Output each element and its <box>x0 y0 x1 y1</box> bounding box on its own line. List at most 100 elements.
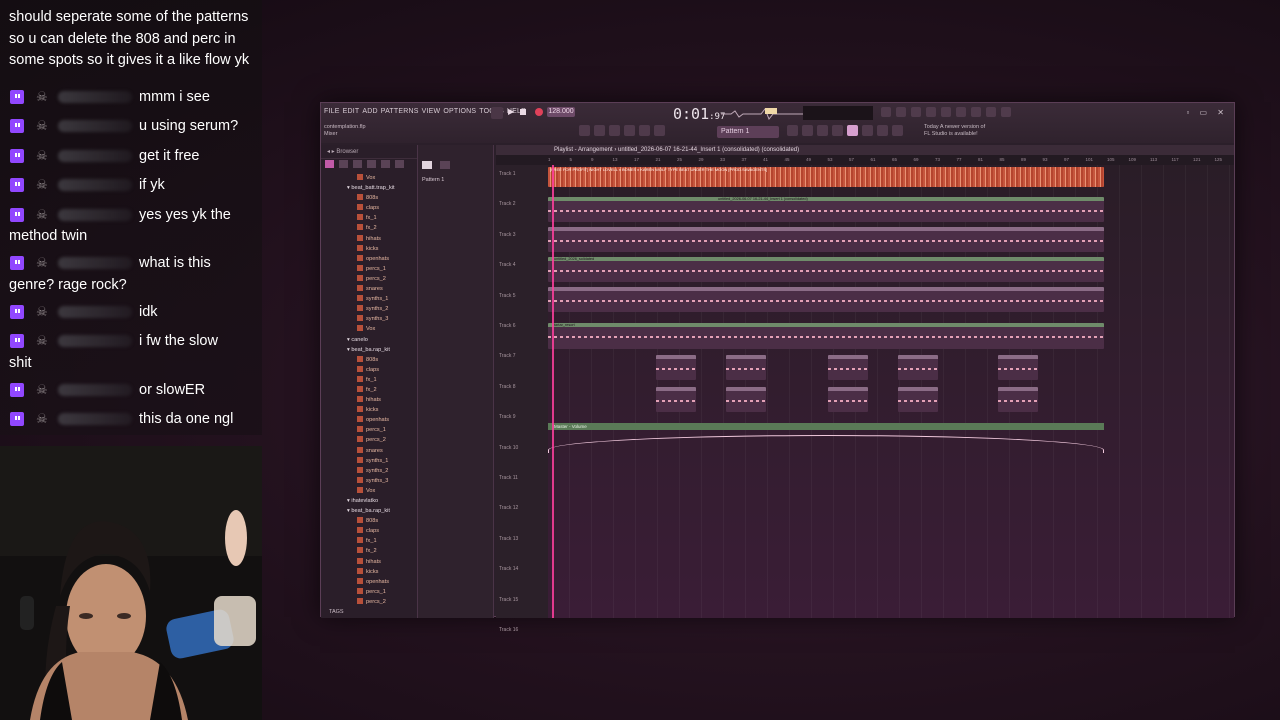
channel-rack-icon[interactable] <box>802 125 813 136</box>
picker-clips-icon[interactable] <box>440 161 450 169</box>
piano-roll-icon[interactable] <box>787 125 798 136</box>
window-controls[interactable]: ▫ ▭ ✕ <box>1186 108 1228 117</box>
browser-item[interactable]: percs_1 <box>321 264 418 274</box>
pattern-clip[interactable] <box>548 287 1104 312</box>
browser-item[interactable]: percs_2 <box>321 435 418 445</box>
pattern-clip[interactable]: untitled_2026-06-07 16-21-44_Insert 1 (c… <box>548 197 1104 222</box>
browser-item[interactable]: synths_1 <box>321 456 418 466</box>
track-header[interactable]: Track 15 <box>499 597 518 603</box>
tempo-display[interactable]: 128.000 <box>547 107 575 117</box>
mic-icon[interactable] <box>911 107 921 117</box>
menu-item[interactable]: VIEW <box>422 108 441 115</box>
keyboard-icon[interactable] <box>926 107 936 117</box>
mixer-icon[interactable] <box>971 107 981 117</box>
browser-folder[interactable]: ▾ beat_ba.rap_kit <box>321 506 418 516</box>
track-header[interactable]: Track 3 <box>499 232 515 238</box>
browser-item[interactable]: hihats <box>321 234 418 244</box>
pattern-item[interactable]: Pattern 1 <box>422 177 444 183</box>
playlist-icon[interactable] <box>579 125 590 136</box>
pattern-clip[interactable] <box>998 387 1038 412</box>
track-header[interactable]: Track 9 <box>499 414 515 420</box>
tools-icon[interactable] <box>877 125 888 136</box>
browser-item[interactable]: fx_1 <box>321 375 418 385</box>
pattern-clip[interactable] <box>548 227 1104 252</box>
browser-item[interactable]: fx_2 <box>321 385 418 395</box>
browser-item[interactable]: fx_1 <box>321 536 418 546</box>
pattern-clip[interactable] <box>898 387 938 412</box>
browser-item[interactable]: fx_1 <box>321 213 418 223</box>
audio-clip[interactable]: [FREE FOR PROFIT] NIGHT LOVELL x BONES x… <box>548 167 1104 187</box>
pattern-clip[interactable] <box>656 355 696 380</box>
browser-folder[interactable]: ▾ ihatevlatko <box>321 496 418 506</box>
pattern-clip[interactable]: tartar_resort <box>548 323 1104 349</box>
record-icon[interactable] <box>535 108 543 116</box>
browser-item[interactable]: kicks <box>321 567 418 577</box>
menu-item[interactable]: EDIT <box>343 108 360 115</box>
draw-icon[interactable] <box>609 125 620 136</box>
browser-item[interactable]: synths_3 <box>321 476 418 486</box>
browser-folder[interactable]: ▾ canelo <box>321 335 418 345</box>
automation-clip[interactable]: Master - Volume <box>548 423 1104 430</box>
browser-item[interactable]: snares <box>321 446 418 456</box>
track-header[interactable]: Track 4 <box>499 262 515 268</box>
pattern-clip[interactable] <box>898 355 938 380</box>
browser-item[interactable]: percs_2 <box>321 274 418 284</box>
cpu-icon[interactable] <box>862 125 873 136</box>
plugin-db-icon[interactable] <box>367 160 376 168</box>
browser-icon[interactable] <box>817 125 828 136</box>
speaker-icon[interactable] <box>639 125 650 136</box>
browser-item[interactable]: Vox <box>321 486 418 496</box>
stop-icon[interactable] <box>520 109 526 115</box>
browser-item[interactable]: percs_1 <box>321 425 418 435</box>
menu-item[interactable]: PATTERNS <box>381 108 419 115</box>
snap-icon[interactable] <box>654 125 665 136</box>
arrow-icon[interactable] <box>594 125 605 136</box>
pattern-clip[interactable]: untitled_2026_solidated <box>548 257 1104 282</box>
track-header[interactable]: Track 12 <box>499 505 518 511</box>
browser-item[interactable]: 808s <box>321 355 418 365</box>
menu-item[interactable]: OPTIONS <box>443 108 476 115</box>
browser-item[interactable]: percs_1 <box>321 587 418 597</box>
track-header[interactable]: Track 6 <box>499 323 515 329</box>
pattern-clip[interactable] <box>726 355 766 380</box>
track-header[interactable]: Track 11 <box>499 475 518 481</box>
menu-item[interactable]: ADD <box>362 108 377 115</box>
paint-icon[interactable] <box>624 125 635 136</box>
browser-item[interactable]: claps <box>321 203 418 213</box>
track-header[interactable]: Track 13 <box>499 536 518 542</box>
undo-icon[interactable] <box>881 107 891 117</box>
track-header[interactable]: Track 1 <box>499 171 515 177</box>
cut-icon[interactable] <box>896 107 906 117</box>
browser-item[interactable]: percs_2 <box>321 597 418 607</box>
browser-item[interactable]: openhats <box>321 577 418 587</box>
browser-item[interactable]: kicks <box>321 405 418 415</box>
track-header[interactable]: Track 16 <box>499 627 518 633</box>
browser-item[interactable]: synths_2 <box>321 304 418 314</box>
browser-item[interactable]: snares <box>321 284 418 294</box>
menu-item[interactable]: FILE <box>324 108 340 115</box>
settings-icon[interactable] <box>892 125 903 136</box>
pattern-clip[interactable] <box>656 387 696 412</box>
browser-item[interactable]: synths_3 <box>321 314 418 324</box>
browser-item[interactable]: hihats <box>321 395 418 405</box>
info-icon[interactable] <box>986 107 996 117</box>
track-header[interactable]: Track 14 <box>499 566 518 572</box>
browser-item[interactable]: Vox <box>321 324 418 334</box>
track-header[interactable]: Track 5 <box>499 293 515 299</box>
pattern-clip[interactable] <box>998 355 1038 380</box>
browser-item[interactable]: openhats <box>321 415 418 425</box>
browser-item[interactable]: claps <box>321 526 418 536</box>
browser-item[interactable]: hihats <box>321 557 418 567</box>
touch-icon[interactable] <box>847 125 858 136</box>
browser-item[interactable]: openhats <box>321 254 418 264</box>
browser-item[interactable]: claps <box>321 365 418 375</box>
pattern-selector[interactable]: Pattern 1 <box>717 126 779 138</box>
plugin-icon[interactable] <box>956 107 966 117</box>
browser-item[interactable]: fx_2 <box>321 546 418 556</box>
folder-icon[interactable] <box>339 160 348 168</box>
download-icon[interactable] <box>1001 107 1011 117</box>
picker-patterns-icon[interactable] <box>422 161 432 169</box>
tags-label[interactable]: TAGS <box>329 609 344 615</box>
browser-folder[interactable]: ▾ beat_batt.trap_kit <box>321 183 418 193</box>
pattern-clip[interactable] <box>828 355 868 380</box>
